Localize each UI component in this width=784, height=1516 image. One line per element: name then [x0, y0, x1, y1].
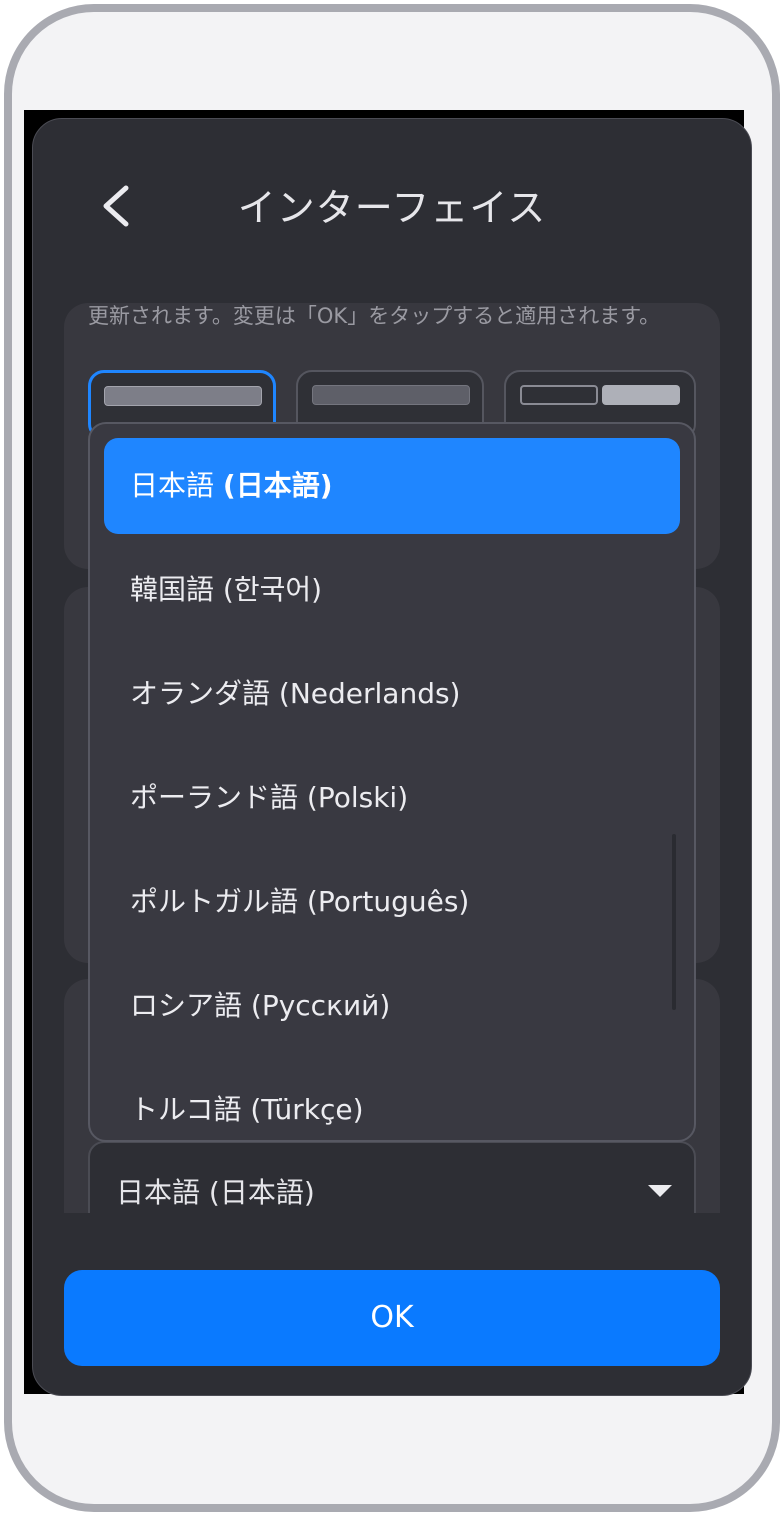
language-option-japanese[interactable]: 日本語 (日本語)	[104, 438, 680, 534]
language-select-value: 日本語 (日本語)	[116, 1176, 315, 1209]
section-description: 更新されます。変更は「OK」をタップすると適用されます。	[88, 304, 661, 328]
dropdown-scrollbar[interactable]	[672, 834, 676, 1010]
language-option-dutch[interactable]: オランダ語 (Nederlands)	[104, 646, 680, 742]
theme-preview-bar-light	[602, 385, 680, 405]
theme-preview-bar-dark	[520, 385, 598, 405]
language-option-portuguese[interactable]: ポルトガル語 (Português)	[104, 854, 680, 950]
language-option-turkish[interactable]: トルコ語 (Türkçe)	[104, 1062, 680, 1140]
ok-button[interactable]: OK	[64, 1270, 720, 1366]
theme-preview-bar	[312, 385, 470, 405]
language-option-korean[interactable]: 韓国語 (한국어)	[104, 542, 680, 638]
page-title: インターフェイス	[237, 186, 547, 230]
theme-preview-bar	[104, 386, 262, 406]
language-option-polish[interactable]: ポーランド語 (Polski)	[104, 750, 680, 846]
language-dropdown: 日本語 (日本語) 韓国語 (한국어) オランダ語 (Nederlands) ポ…	[88, 422, 696, 1142]
option-label: 日本語	[130, 469, 223, 502]
language-select[interactable]: 日本語 (日本語)	[88, 1141, 696, 1213]
language-option-russian[interactable]: ロシア語 (Русский)	[104, 958, 680, 1054]
caret-down-icon	[648, 1185, 672, 1197]
option-label-native: (日本語)	[222, 469, 333, 502]
